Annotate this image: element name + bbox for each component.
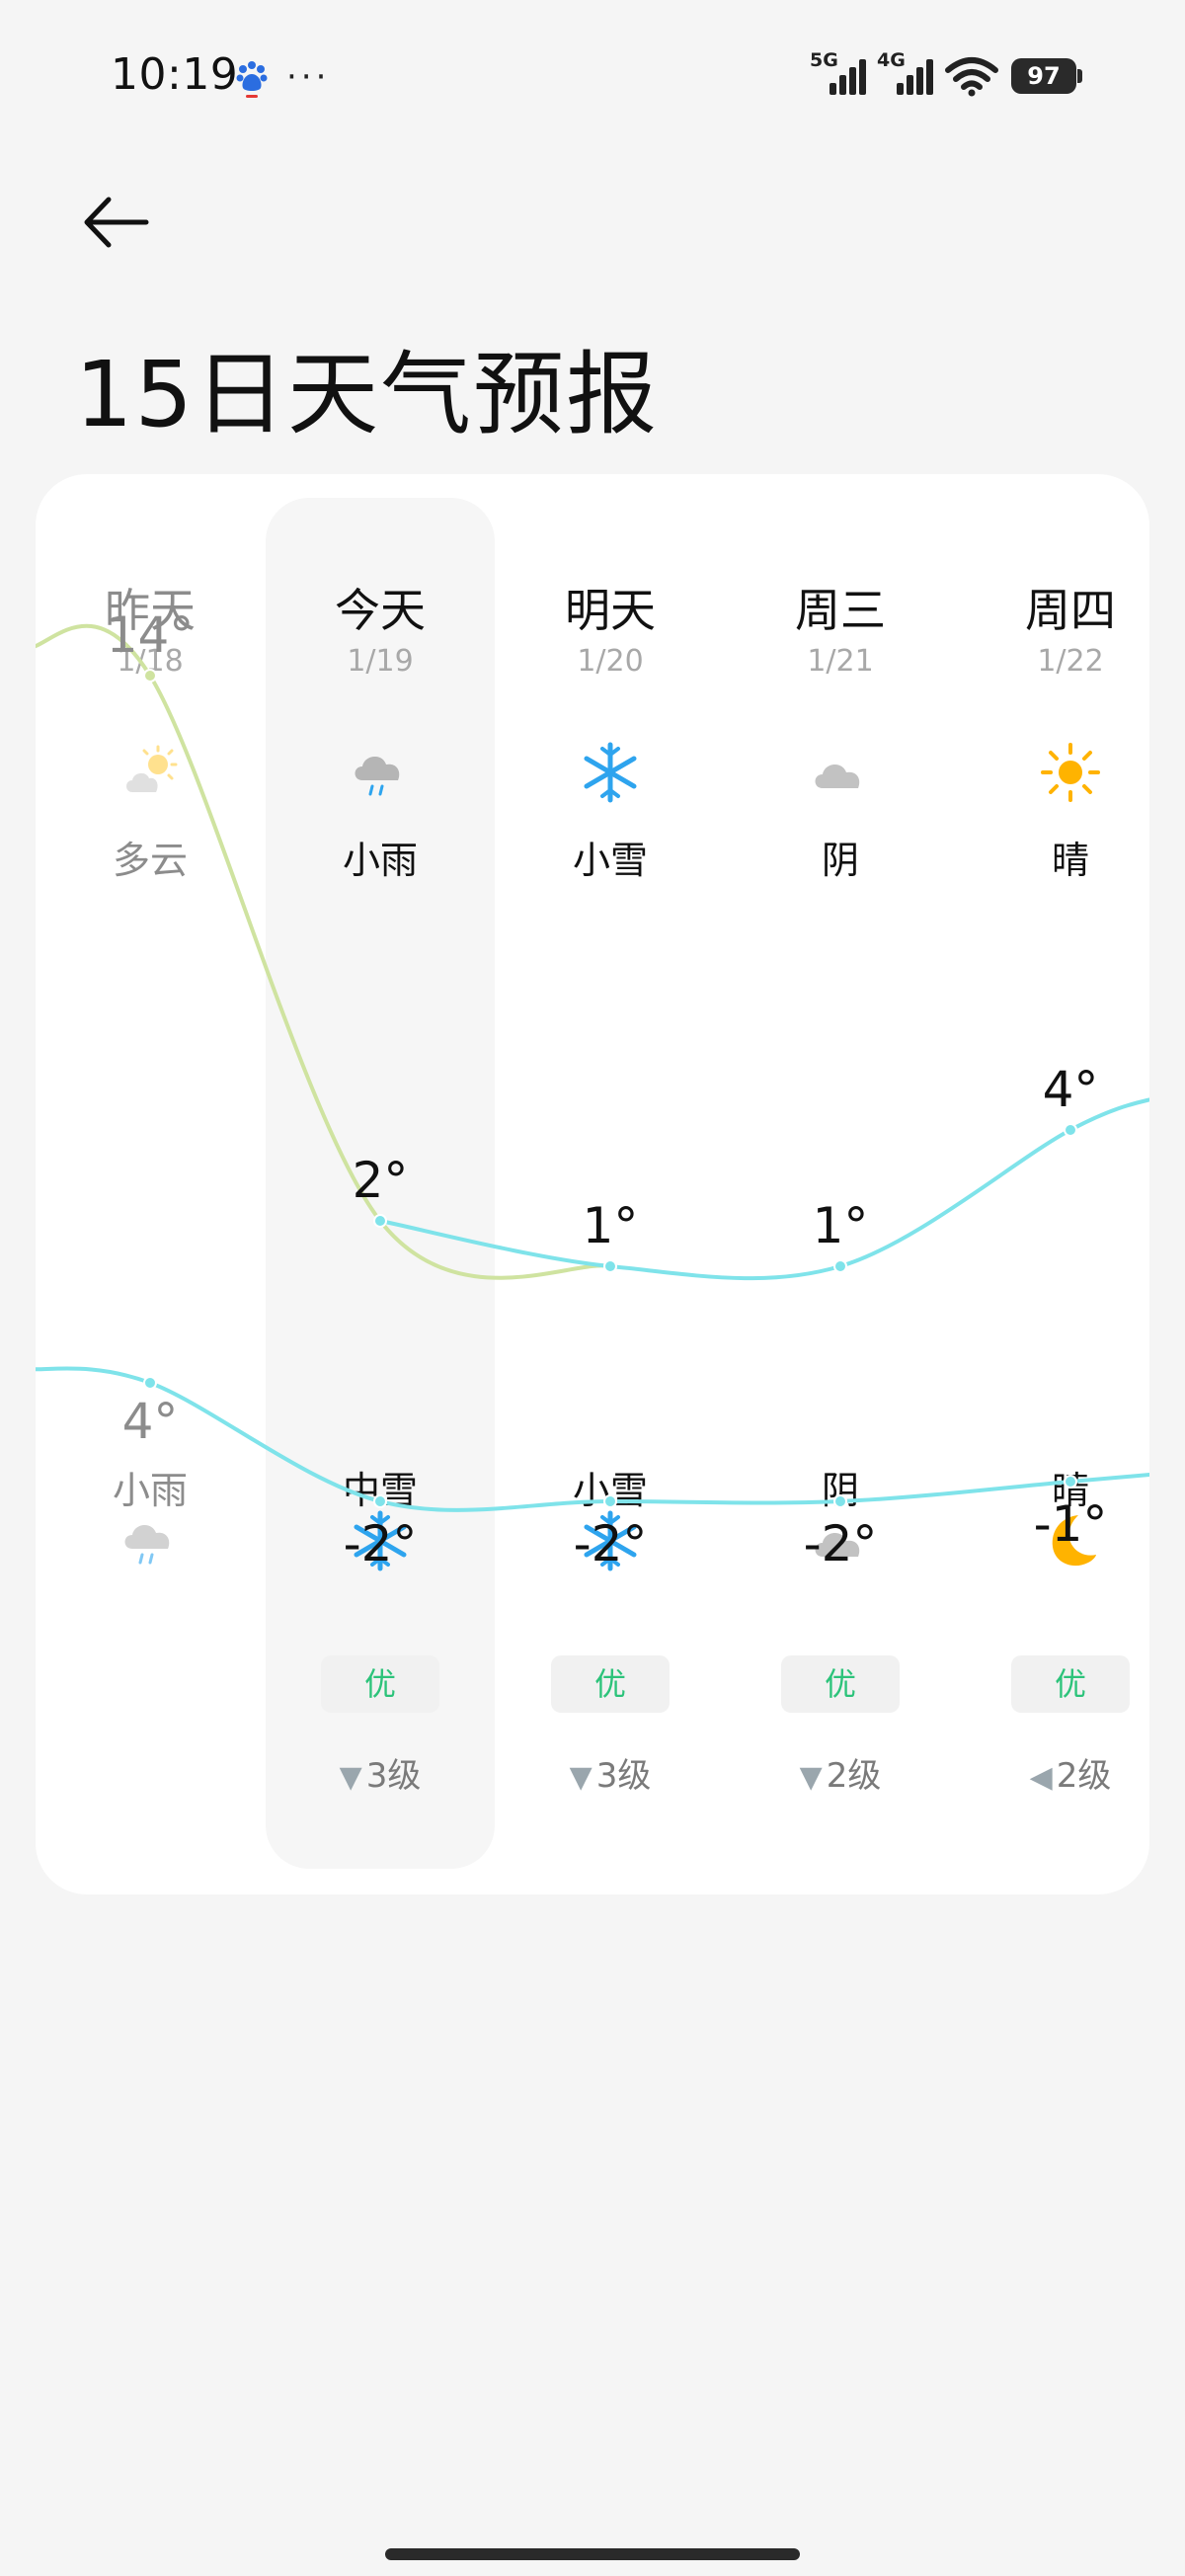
low-temp-point <box>1064 1475 1077 1489</box>
back-arrow-icon[interactable] <box>77 188 156 257</box>
high-temp-label: 1° <box>583 1197 639 1254</box>
more-notifications-icon: ··· <box>286 57 331 97</box>
forecast-card: 昨天 1/18 多云 小雨 今天 1/19 小雨 中雪 优 ▼ 3级 明天 1/… <box>36 474 1149 1894</box>
high-temp-point <box>833 1259 847 1273</box>
status-bar: 10:19 ··· 5G 4G 97 <box>0 0 1185 158</box>
home-indicator[interactable] <box>385 2548 800 2560</box>
low-temp-point <box>603 1494 617 1508</box>
temperature-chart: 14° 2° 1° 1° 4° 4° -2° -2° -2° -1° <box>36 606 1149 1572</box>
low-temp-point <box>833 1494 847 1508</box>
low-temp-line <box>36 1366 1149 1512</box>
low-temp-label: -2° <box>804 1515 878 1572</box>
high-temp-label: 14° <box>107 606 195 664</box>
wifi-icon <box>945 57 998 97</box>
high-temp-label: 2° <box>353 1152 409 1209</box>
high-temp-point <box>373 1214 387 1228</box>
high-temp-label: 1° <box>813 1197 869 1254</box>
status-time: 10:19 <box>111 49 239 100</box>
battery-indicator: 97 <box>1011 58 1082 94</box>
high-temp-line <box>379 1097 1149 1281</box>
high-temp-point <box>143 669 157 683</box>
high-temp-line-past <box>36 623 611 1280</box>
signal-4g-icon: 4G <box>877 49 933 99</box>
net-5g-label: 5G <box>810 49 838 71</box>
low-temp-label: -2° <box>574 1515 648 1572</box>
low-temp-label: 4° <box>122 1393 179 1450</box>
high-temp-label: 4° <box>1043 1061 1099 1118</box>
net-4g-label: 4G <box>877 49 906 71</box>
low-temp-point <box>373 1494 387 1508</box>
low-temp-label: -2° <box>344 1515 418 1572</box>
baidu-paw-icon <box>236 61 268 98</box>
page-title: 15日天气预报 <box>75 342 660 447</box>
high-temp-point <box>603 1259 617 1273</box>
high-temp-point <box>1064 1123 1077 1137</box>
signal-5g-icon: 5G <box>810 49 866 99</box>
low-temp-point <box>143 1376 157 1390</box>
low-temp-label: -1° <box>1034 1495 1108 1553</box>
